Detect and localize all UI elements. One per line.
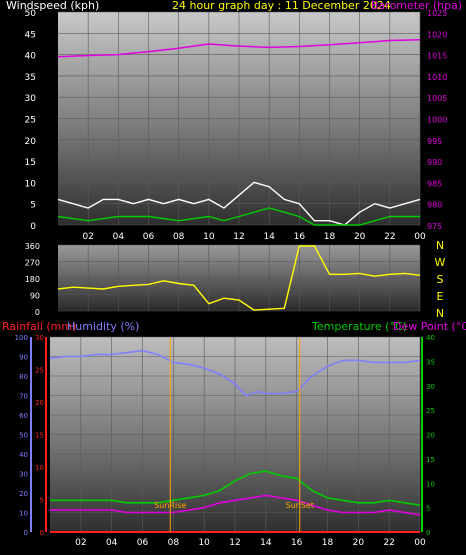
wind-panel-x-ticks: 02 04 06 08 10 12 14 16 18 20 22 00	[82, 232, 426, 242]
x-tick-label: 04	[106, 538, 118, 548]
wind-title: Windspeed (kph)	[6, 0, 99, 12]
compass-label: S	[437, 273, 444, 286]
humidity-title: Humidity (%)	[67, 320, 139, 333]
rainfall-tick-label: 20	[35, 399, 44, 407]
humidity-tick-label: 30	[19, 471, 28, 479]
temperature-tick-label: 25	[426, 407, 435, 415]
humidity-tick-label: 90	[19, 354, 28, 362]
direction-tick-label: 360	[25, 242, 40, 251]
barometer-tick-label: 1000	[427, 116, 447, 125]
x-tick-label: 00	[414, 232, 426, 242]
barometer-tick-label: 1010	[427, 73, 447, 82]
x-tick-label: 20	[354, 232, 366, 242]
rainfall-tick-label: 10	[35, 464, 44, 472]
wind-tick-label: 0	[30, 222, 36, 232]
compass-label: N	[436, 239, 444, 252]
weather-graph-page: Windspeed (kph) 24 hour graph day : 11 D…	[0, 0, 466, 555]
wind-tick-label: 40	[25, 52, 37, 62]
direction-tick-label: 0	[35, 308, 40, 317]
x-tick-label: 06	[137, 538, 149, 548]
wind-tick-label: 35	[25, 73, 36, 83]
wind-tick-label: 25	[25, 116, 36, 126]
wind-tick-label: 50	[25, 9, 37, 19]
compass-label: N	[436, 307, 444, 320]
wind-tick-label: 20	[25, 137, 37, 147]
x-tick-label: 20	[353, 538, 365, 548]
x-tick-label: 18	[322, 538, 334, 548]
x-tick-label: 02	[75, 538, 86, 548]
temperature-tick-label: 15	[426, 456, 435, 464]
x-tick-label: 10	[198, 538, 210, 548]
rainfall-tick-label: 15	[35, 432, 44, 440]
temperature-tick-label: 20	[426, 432, 435, 440]
x-tick-label: 08	[168, 538, 180, 548]
x-tick-label: 14	[263, 232, 275, 242]
x-tick-label: 04	[113, 232, 125, 242]
wind-tick-label: 5	[30, 201, 36, 211]
temperature-tick-label: 30	[426, 383, 435, 391]
barometer-tick-label: 1015	[427, 52, 447, 61]
humidity-tick-label: 0	[24, 529, 28, 537]
barometer-tick-label: 995	[427, 137, 442, 146]
humidity-tick-label: 80	[19, 373, 28, 381]
humidity-tick-label: 60	[19, 412, 28, 420]
wind-axis-ticks: 0 5 10 15 20 25 30 35 40 45 50	[25, 9, 37, 232]
rainfall-tick-label: 25	[35, 367, 44, 375]
humidity-tick-label: 40	[19, 451, 28, 459]
barometer-title: Barometer (hpa)	[371, 0, 462, 12]
humidity-tick-label: 20	[19, 490, 28, 498]
x-tick-label: 16	[291, 538, 303, 548]
temp-panel-x-ticks: 02 04 06 08 10 12 14 16 18 20 22 00	[75, 538, 426, 548]
barometer-tick-label: 1025	[427, 9, 447, 18]
barometer-tick-label: 975	[427, 222, 442, 231]
temperature-tick-label: 35	[426, 358, 435, 366]
x-tick-label: 02	[82, 232, 93, 242]
rainfall-tick-label: 30	[35, 334, 44, 342]
dewpoint-title: Dew Point (°C)	[393, 320, 466, 333]
barometer-tick-label: 985	[427, 179, 442, 188]
temperature-tick-label: 10	[426, 480, 435, 488]
rainfall-tick-label: 0	[40, 529, 44, 537]
date-title: 24 hour graph day : 11 December 2024	[172, 0, 391, 12]
x-tick-label: 18	[324, 232, 336, 242]
humidity-tick-label: 70	[19, 393, 28, 401]
temperature-tick-label: 0	[426, 529, 430, 537]
rainfall-tick-label: 5	[40, 497, 44, 505]
x-tick-label: 10	[203, 232, 215, 242]
x-tick-label: 06	[143, 232, 155, 242]
barometer-tick-label: 1005	[427, 94, 447, 103]
x-tick-label: 22	[384, 232, 395, 242]
compass-labels: NWSEN	[435, 239, 446, 320]
barometer-axis-ticks: 975 980 985 990 995 1000 1005 1010 1015 1020 1025	[427, 9, 447, 231]
direction-axis-ticks: 0 90 180 270 360	[25, 242, 40, 317]
x-tick-label: 08	[173, 232, 185, 242]
rainfall-title: Rainfall (mm)	[2, 320, 76, 333]
temperature-tick-label: 5	[426, 505, 430, 513]
temperature-tick-label: 40	[426, 334, 435, 342]
humidity-tick-label: 10	[19, 510, 28, 518]
x-tick-label: 14	[260, 538, 272, 548]
sunrise-label: SunRise	[154, 501, 186, 510]
compass-label: W	[435, 256, 446, 269]
weather-graph-canvas: Windspeed (kph) 24 hour graph day : 11 D…	[2, 0, 466, 548]
barometer-tick-label: 1020	[427, 30, 447, 39]
x-tick-label: 00	[414, 538, 426, 548]
barometer-tick-label: 990	[427, 158, 442, 167]
wind-tick-label: 30	[25, 94, 37, 104]
direction-tick-label: 180	[25, 275, 40, 284]
wind-tick-label: 10	[25, 179, 37, 189]
direction-tick-label: 270	[25, 259, 40, 268]
sunset-label: SunSet	[286, 501, 314, 510]
barometer-tick-label: 980	[427, 201, 442, 210]
humidity-tick-label: 50	[19, 432, 28, 440]
wind-tick-label: 15	[25, 158, 36, 168]
x-tick-label: 12	[233, 232, 244, 242]
x-tick-label: 12	[229, 538, 240, 548]
wind-tick-label: 45	[25, 30, 36, 40]
humidity-tick-label: 100	[15, 334, 28, 342]
direction-tick-label: 90	[30, 292, 40, 301]
x-tick-label: 16	[294, 232, 306, 242]
compass-label: E	[437, 290, 444, 303]
x-tick-label: 22	[383, 538, 394, 548]
